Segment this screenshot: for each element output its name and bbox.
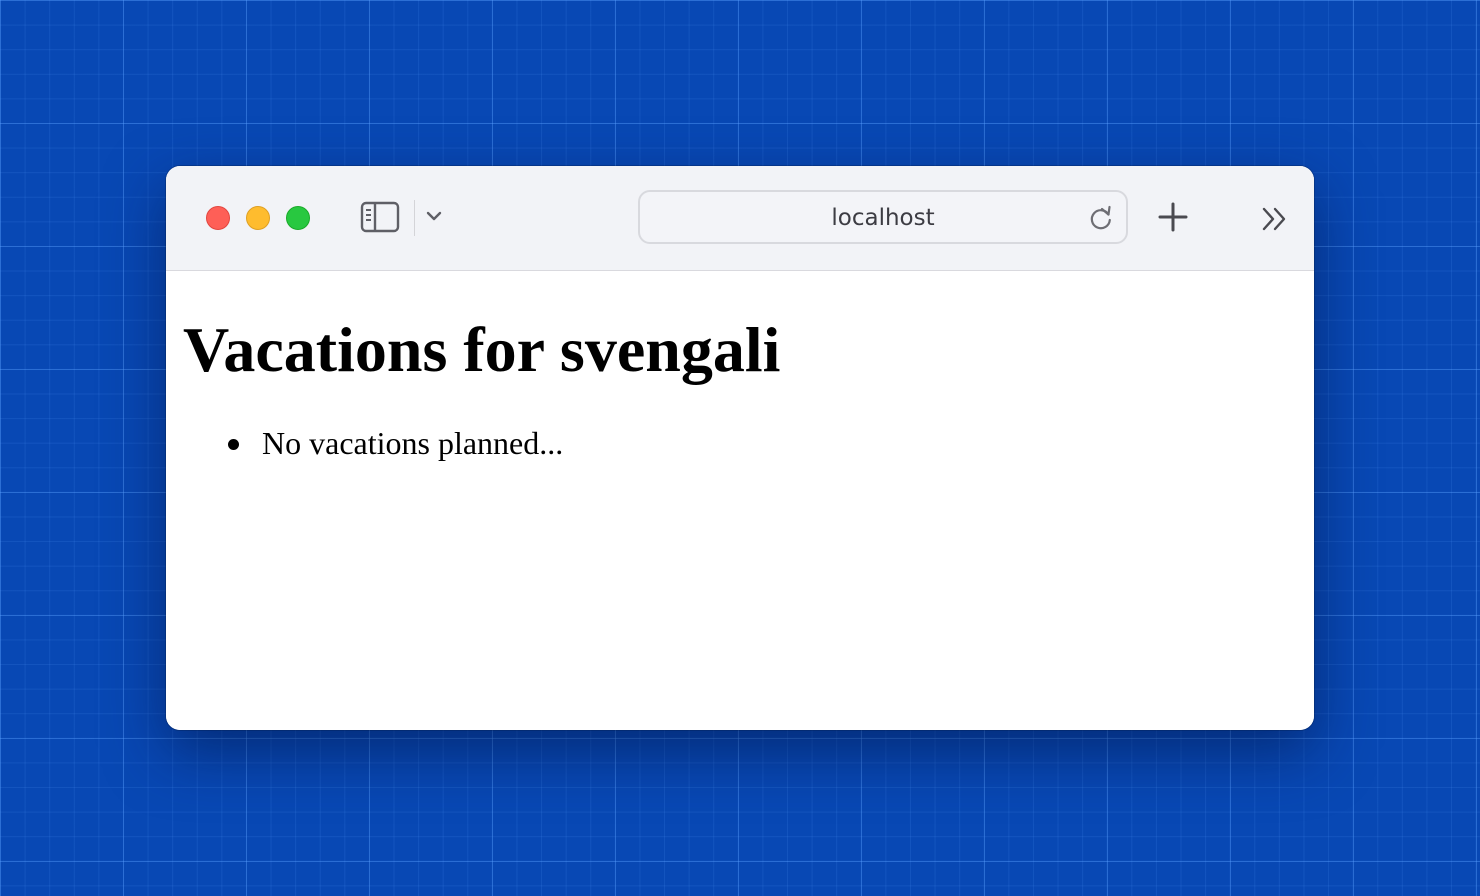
list-item: No vacations planned... [221,423,563,463]
plus-icon[interactable] [1158,202,1188,232]
address-bar[interactable]: localhost [638,190,1128,244]
address-bar-url: localhost [831,205,935,231]
vacation-list: No vacations planned... [221,423,563,463]
reload-icon[interactable] [1088,205,1114,231]
minimize-window-button[interactable] [246,206,270,230]
maximize-window-button[interactable] [286,206,310,230]
sidebar-icon[interactable] [360,200,402,234]
toolbar-divider [414,200,415,236]
double-chevron-right-icon[interactable] [1260,206,1290,232]
page-title: Vacations for svengali [183,314,781,385]
page-content: Vacations for svengali No vacations plan… [166,271,1314,730]
chevron-down-icon[interactable] [425,210,443,224]
close-window-button[interactable] [206,206,230,230]
list-item-label: No vacations planned... [262,425,564,461]
bullet-icon [228,439,239,450]
browser-window: localhost Vacations for svengali No vaca… [166,166,1314,730]
browser-toolbar: localhost [166,166,1314,271]
